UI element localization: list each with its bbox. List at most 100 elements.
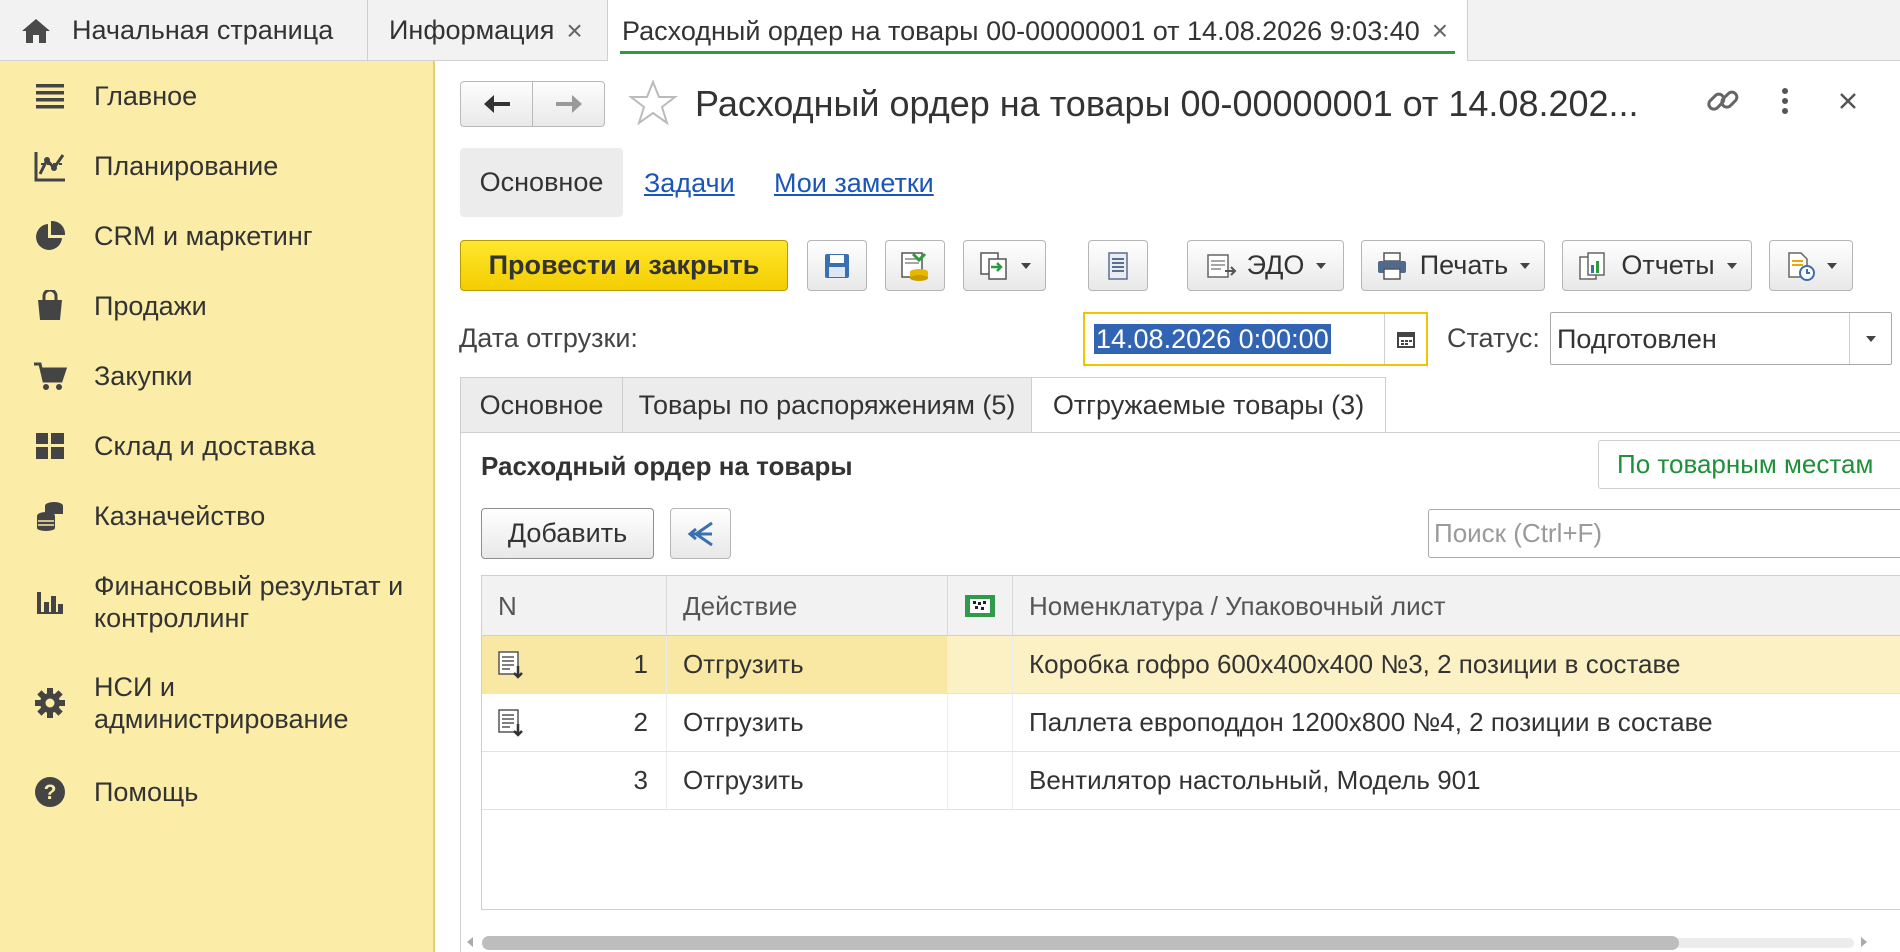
reports-button[interactable]: Отчеты [1562,240,1752,291]
warehouse-grid-icon [32,428,68,464]
sidebar-item-purchases[interactable]: Закупки [0,357,433,395]
table-row[interactable]: 2 Отгрузить Паллета европоддон 1200х800 … [482,694,1900,752]
planning-chart-icon [32,148,68,184]
sidebar-item-treasury[interactable]: Казначейство [0,497,433,535]
column-header-action[interactable]: Действие [667,576,948,636]
close-icon[interactable]: × [566,15,582,47]
sidebar-item-label: Помощь [94,777,199,807]
sidebar-item-label: Продажи [94,291,207,321]
table-row[interactable]: 1 Отгрузить Коробка гофро 600х400х400 №3… [482,636,1900,694]
link-icon[interactable] [1705,83,1741,119]
chevron-down-icon [1865,335,1876,342]
shopping-bag-icon [32,288,68,324]
shipment-date-field[interactable]: 14.08.2026 0:00:00 [1083,312,1428,366]
arrow-left-icon [483,95,510,113]
edo-button-label: ЭДО [1246,250,1305,280]
row-action: Отгрузить [667,636,948,693]
page-title: Расходный ордер на товары 00-00000001 от… [695,83,1639,124]
floppy-disk-icon [825,253,849,278]
row-number-value: 1 [633,649,648,679]
document-form: Расходный ордер на товары 00-00000001 от… [435,61,1900,952]
form-link-notes[interactable]: Мои заметки [774,168,934,199]
close-icon[interactable] [1833,83,1863,119]
sidebar-item-main[interactable]: Главное [0,77,433,115]
tab-document-label: Расходный ордер на товары 00-00000001 от… [622,15,1420,46]
tab-shipped-goods[interactable]: Отгружаемые товары (3) [1031,377,1386,433]
coins-icon [32,498,68,534]
tab-document[interactable]: Расходный ордер на товары 00-00000001 от… [608,0,1468,62]
scrollbar-thumb[interactable] [482,936,1679,950]
column-header-nomenclature[interactable]: Номенклатура / Упаковочный лист [1013,576,1900,636]
sidebar-item-finance[interactable]: Финансовый результат и контроллинг [0,567,433,637]
package-list-icon [498,651,523,679]
form-tab-main[interactable]: Основное [460,148,623,217]
row-action: Отгрузить [667,752,948,809]
tab-goods-by-orders[interactable]: Товары по распоряжениям (5) [622,377,1032,432]
horizontal-scrollbar[interactable] [462,932,1870,952]
chevron-down-icon [1020,262,1031,269]
shipment-date-value[interactable]: 14.08.2026 0:00:00 [1094,324,1331,354]
file-attachment-icon [1788,251,1815,281]
row-number: 3 [482,752,667,809]
close-icon[interactable]: × [1432,15,1448,47]
save-button[interactable] [807,240,867,291]
post-button[interactable] [885,240,945,291]
row-marking [948,636,1013,693]
app-window: Начальная страница Информация × Расходны… [0,0,1900,952]
sidebar: Главное Планирование CRM и маркетинг Про… [0,61,435,952]
post-and-close-button[interactable]: Провести и закрыть [460,240,788,291]
add-button[interactable]: Добавить [481,508,654,559]
print-button-label: Печать [1419,250,1509,280]
forward-button[interactable] [532,81,605,127]
table-row[interactable]: 3 Отгрузить Вентилятор настольный, Модел… [482,752,1900,810]
structure-button[interactable] [1088,240,1148,291]
status-value: Подготовлен [1557,324,1717,354]
edo-button[interactable]: ЭДО [1187,240,1344,291]
row-action: Отгрузить [667,694,948,751]
sidebar-item-planning[interactable]: Планирование [0,147,433,185]
status-dropdown-button[interactable] [1849,313,1891,364]
sidebar-item-sales[interactable]: Продажи [0,287,433,325]
more-vertical-icon[interactable] [1775,83,1795,119]
distribute-button[interactable] [670,508,731,559]
form-link-tasks[interactable]: Задачи [644,168,735,199]
tab-home-label: Начальная страница [72,15,334,45]
tab-home[interactable]: Начальная страница [0,0,368,61]
reports-button-label: Отчеты [1621,250,1715,280]
create-based-on-button[interactable] [963,240,1046,291]
search-input[interactable] [1428,509,1900,558]
row-nomenclature: Вентилятор настольный, Модель 901 [1029,765,1481,795]
sidebar-item-label: Склад и доставка [94,431,316,461]
sidebar-item-admin[interactable]: НСИ и администрирование [0,668,433,738]
row-number: 2 [482,694,667,751]
bar-chart-icon [32,584,68,620]
tab-info-label: Информация [389,15,555,45]
column-header-n[interactable]: N [482,576,667,636]
back-button[interactable] [460,81,533,127]
tab-info[interactable]: Информация × [368,0,608,61]
row-number-value: 2 [633,707,648,737]
marking-code-icon [965,595,995,617]
column-header-marking[interactable] [948,576,1013,636]
date-label: Дата отгрузки: [459,323,638,353]
status-select[interactable]: Подготовлен [1550,312,1892,365]
print-button[interactable]: Печать [1361,240,1545,291]
sidebar-item-help[interactable]: ? Помощь [0,773,433,811]
sidebar-item-label: Закупки [94,361,193,391]
tab-main[interactable]: Основное [460,377,623,432]
calendar-button[interactable] [1384,314,1426,364]
sidebar-item-warehouse[interactable]: Склад и доставка [0,427,433,465]
row-number-value: 3 [633,765,648,795]
chevron-down-icon [1726,262,1737,269]
post-document-icon [901,251,928,281]
by-packages-button[interactable]: По товарным местам [1598,440,1900,489]
star-icon[interactable] [628,79,678,127]
row-nomenclature: Паллета европоддон 1200х800 №4, 2 позици… [1029,707,1713,737]
attachments-button[interactable] [1769,240,1853,291]
help-icon: ? [32,774,68,810]
scroll-left-icon[interactable] [464,932,476,952]
status-label: Статус: [1447,323,1540,353]
sidebar-item-crm[interactable]: CRM и маркетинг [0,217,433,255]
scroll-right-icon[interactable] [1858,932,1870,952]
table-header: N Действие Номенклатура / Упаковочный ли… [482,576,1900,636]
